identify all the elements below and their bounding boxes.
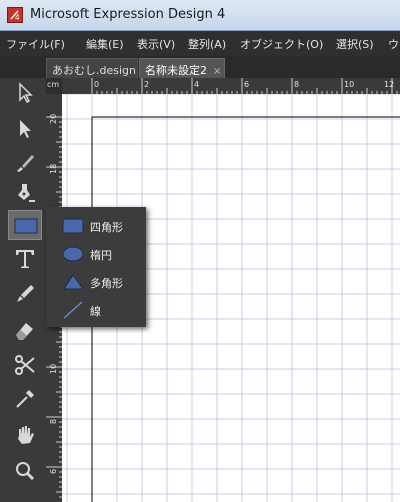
eraser-tool[interactable] — [8, 316, 42, 346]
scissors-icon — [15, 355, 35, 375]
tab-untitled-2[interactable]: 名称未設定2 × — [139, 58, 225, 78]
h-ruler-label: 6 — [244, 80, 249, 89]
brush-stroke-icon — [17, 285, 34, 302]
pan-tool[interactable] — [8, 420, 42, 450]
pen-nib-icon — [18, 184, 35, 202]
h-ruler-label: 2 — [144, 80, 149, 89]
menu-window[interactable]: ウ — [388, 36, 399, 52]
shape-option-label: 楕円 — [90, 249, 112, 262]
v-ruler-label: 20 — [49, 114, 58, 124]
menu-view[interactable]: 表示(V) — [137, 36, 175, 52]
shape-tool-flyout: 四角形 楕円 多角形 線 — [46, 207, 146, 327]
menu-edit[interactable]: 編集(E) — [86, 36, 124, 52]
v-ruler-label: 6 — [49, 469, 58, 474]
horizontal-ruler[interactable]: 0 2 4 6 8 10 12 — [62, 78, 400, 94]
tab-close-icon[interactable]: × — [213, 66, 221, 77]
shape-option-label: 多角形 — [90, 277, 123, 290]
selection-tool[interactable] — [8, 78, 42, 108]
text-tool[interactable] — [8, 244, 42, 274]
menu-file[interactable]: ファイル(F) — [6, 36, 65, 52]
v-ruler-label: 10 — [49, 364, 58, 374]
menu-bar: ファイル(F) 編集(E) 表示(V) 整列(A) オブジェクト(O) 選択(S… — [0, 31, 400, 56]
line-icon — [63, 301, 83, 319]
app-icon-glyph: 4 — [15, 13, 20, 22]
title-bar: 4 Microsoft Expression Design 4 — [0, 0, 400, 31]
document-tab-bar: あおむし.design 名称未設定2 × — [0, 56, 400, 78]
rectangle-icon — [14, 218, 38, 234]
eyedropper-icon — [16, 390, 34, 408]
white-arrow-icon — [19, 82, 33, 104]
h-ruler-label: 0 — [94, 80, 99, 89]
pen-tool[interactable] — [8, 178, 42, 208]
shape-option-ellipse[interactable]: 楕円 — [46, 240, 146, 268]
eyedropper-tool[interactable] — [8, 384, 42, 414]
stroke-brush-tool[interactable] — [8, 278, 42, 308]
h-ruler-label: 10 — [344, 80, 354, 89]
tab-aomushi[interactable]: あおむし.design — [46, 58, 138, 78]
direct-selection-tool[interactable] — [8, 114, 42, 144]
shape-option-line[interactable]: 線 — [46, 296, 146, 324]
shape-option-polygon[interactable]: 多角形 — [46, 268, 146, 296]
rectangle-icon — [62, 218, 84, 234]
v-ruler-label: 18 — [49, 164, 58, 174]
eraser-icon — [16, 323, 33, 340]
menu-select[interactable]: 選択(S) — [336, 36, 374, 52]
brush-tool[interactable] — [8, 148, 42, 178]
horizontal-ruler-ticks: 0 2 4 6 8 10 12 — [91, 78, 398, 94]
shape-option-label: 四角形 — [90, 221, 123, 234]
shape-option-rectangle[interactable]: 四角形 — [46, 212, 146, 240]
expression-design-app-icon[interactable]: 4 — [7, 7, 23, 23]
menu-object[interactable]: オブジェクト(O) — [240, 36, 323, 52]
ruler-unit-corner[interactable]: cm — [46, 78, 62, 94]
text-t-icon — [16, 250, 34, 268]
window-title: Microsoft Expression Design 4 — [30, 7, 226, 22]
toolbox — [0, 78, 46, 502]
brush-icon — [17, 155, 34, 172]
zoom-tool[interactable] — [8, 456, 42, 486]
ellipse-icon — [62, 246, 84, 262]
shape-option-label: 線 — [90, 305, 101, 318]
black-arrow-icon — [20, 120, 31, 138]
h-ruler-label: 8 — [294, 80, 299, 89]
hand-icon — [18, 426, 34, 444]
ruler-unit-label: cm — [47, 80, 60, 89]
h-ruler-label: 4 — [194, 80, 199, 89]
tab-label: あおむし.design — [52, 64, 136, 77]
magnifier-icon — [16, 462, 35, 481]
rectangle-tool[interactable] — [8, 210, 42, 240]
scissors-tool[interactable] — [8, 350, 42, 380]
menu-arrange[interactable]: 整列(A) — [188, 36, 226, 52]
polygon-icon — [63, 274, 84, 290]
v-ruler-label: 8 — [49, 419, 58, 424]
h-ruler-label: 12 — [384, 80, 394, 89]
tab-label: 名称未設定2 — [145, 64, 207, 77]
